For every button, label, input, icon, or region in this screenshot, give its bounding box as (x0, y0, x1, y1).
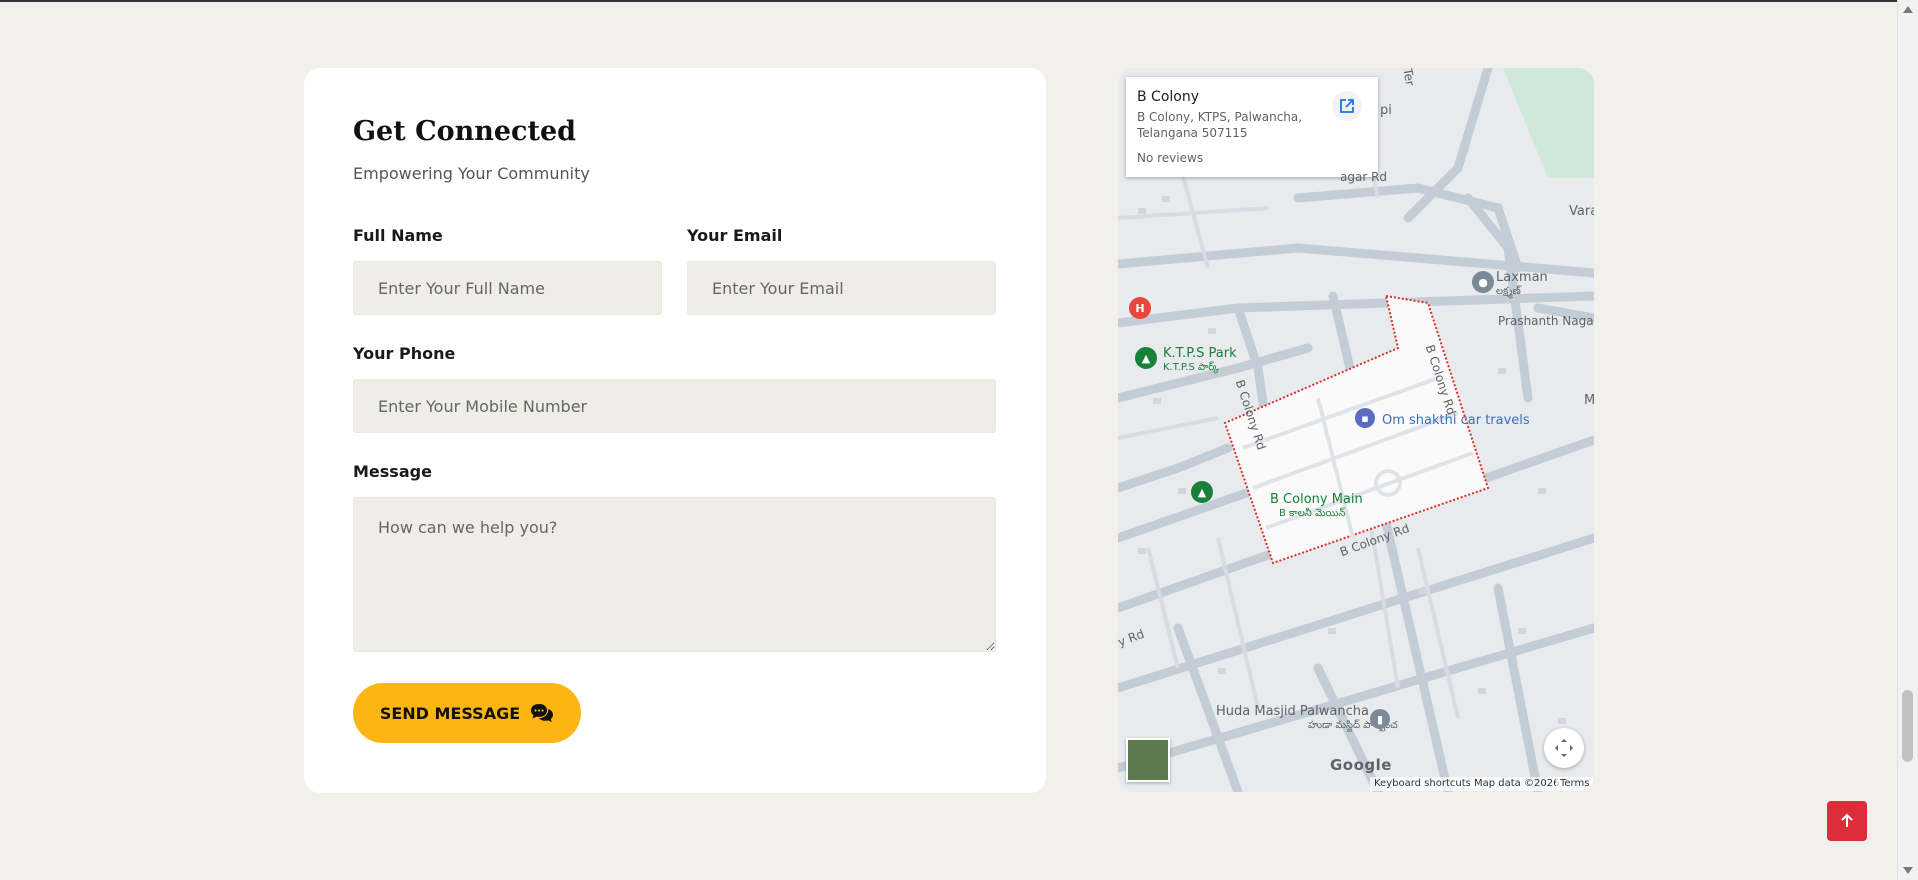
scroll-to-top-button[interactable] (1827, 801, 1867, 841)
map-label-laxman: Laxman (1496, 270, 1548, 285)
contact-form-card: Get Connected Empowering Your Community … (304, 68, 1046, 793)
send-message-button[interactable]: SEND MESSAGE (353, 683, 581, 743)
message-label: Message (353, 462, 432, 481)
road-label-nagar-rd: agar Rd (1340, 170, 1388, 184)
google-logo: Google (1330, 756, 1392, 774)
email-label: Your Email (687, 226, 783, 245)
map-label-om-shakthi: Om shakthi car travels (1382, 413, 1530, 428)
scroll-thumb[interactable] (1902, 690, 1913, 762)
satellite-toggle-button[interactable] (1126, 738, 1170, 782)
place-name: B Colony (1137, 89, 1200, 105)
top-border (0, 0, 1898, 2)
car-icon[interactable]: ▪ (1355, 408, 1375, 428)
form-subtitle: Empowering Your Community (353, 164, 590, 183)
email-input[interactable] (687, 261, 996, 315)
map-label-b-colony-main-te: B కాలనీ మెయిన్ (1279, 508, 1346, 519)
arrow-up-icon (1841, 813, 1853, 827)
map-label-laxman-te: లక్ష్మణ్ (1496, 286, 1521, 297)
full-name-input[interactable] (353, 261, 662, 315)
scroll-down-arrow-icon[interactable] (1903, 867, 1913, 874)
terms-link[interactable]: Terms (1556, 777, 1594, 791)
hospital-icon[interactable]: H (1129, 297, 1151, 319)
scroll-up-arrow-icon[interactable] (1903, 6, 1913, 13)
open-in-maps-button[interactable] (1332, 91, 1362, 121)
form-title: Get Connected (353, 116, 577, 147)
fullscreen-icon (1555, 739, 1573, 757)
map-data-attribution: Map data ©2026 (1470, 777, 1564, 791)
map-label-b-colony-main: B Colony Main (1270, 492, 1363, 507)
phone-label: Your Phone (353, 344, 456, 363)
phone-input[interactable] (353, 379, 996, 433)
send-message-label: SEND MESSAGE (379, 703, 521, 723)
map-label-maszid: Maszid (1584, 393, 1594, 408)
keyboard-shortcuts-link[interactable]: Keyboard shortcuts (1370, 777, 1475, 791)
park-icon-2[interactable]: ▲ (1191, 481, 1213, 503)
fullscreen-button[interactable] (1544, 728, 1584, 768)
map-label-pi: pi (1380, 103, 1392, 118)
external-link-icon (1340, 99, 1354, 113)
full-name-label: Full Name (353, 226, 443, 245)
place-pin-icon[interactable]: ● (1472, 271, 1494, 293)
place-address: B Colony, KTPS, Palwancha, Telangana 507… (1137, 110, 1303, 140)
map-label-prashanth-nagar: Prashanth Nagar (1498, 314, 1594, 328)
google-map[interactable]: B Colony B Colony, KTPS, Palwancha, Tela… (1118, 68, 1594, 792)
map-label-vara: Vara (1569, 204, 1594, 219)
place-reviews: No reviews (1137, 151, 1204, 165)
park-icon[interactable]: ▲ (1135, 347, 1157, 369)
road-label-ter: Ter (1400, 68, 1418, 87)
map-label-ktps-park: K.T.P.S Park (1163, 346, 1237, 361)
map-label-huda-masjid: Huda Masjid Palwancha (1216, 704, 1369, 719)
chat-bubbles-icon (531, 704, 554, 722)
map-label-ktps-park-te: K.T.P.S పార్క్ (1163, 362, 1219, 373)
place-info-card[interactable]: B Colony B Colony, KTPS, Palwancha, Tela… (1126, 77, 1378, 177)
page-scrollbar[interactable] (1897, 0, 1918, 880)
message-textarea[interactable] (353, 497, 996, 652)
mosque-icon[interactable]: ▮ (1370, 709, 1390, 729)
